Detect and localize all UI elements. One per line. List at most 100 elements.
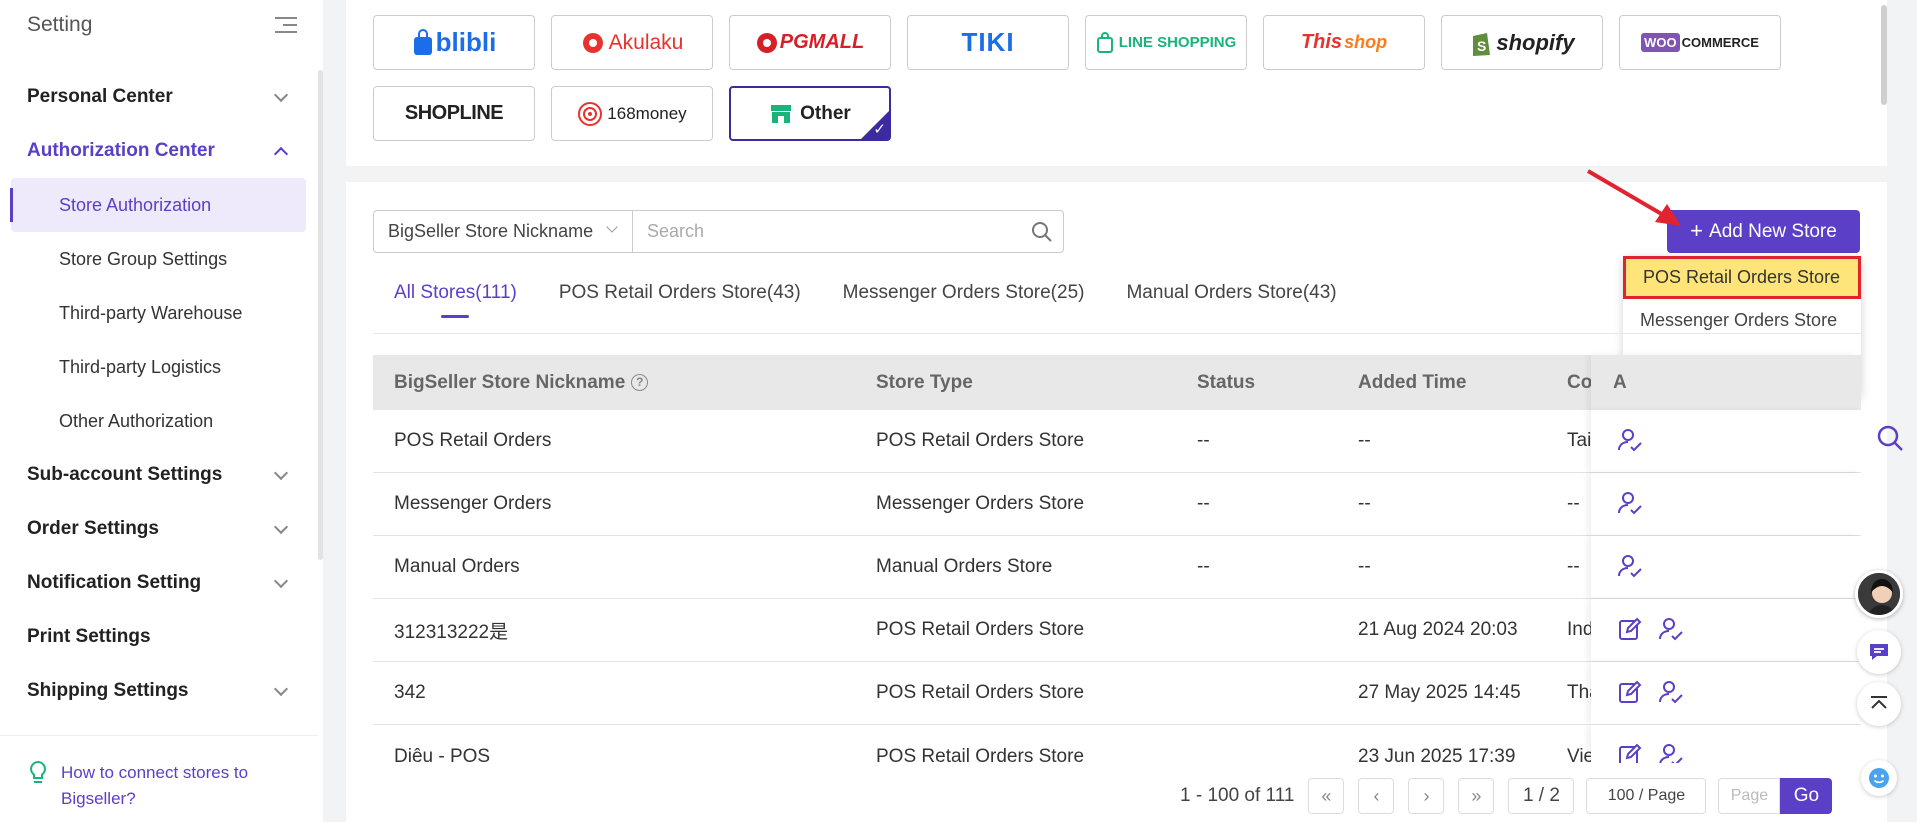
edit-icon[interactable] xyxy=(1617,742,1643,763)
user-authorize-icon[interactable] xyxy=(1617,490,1643,516)
edit-icon[interactable] xyxy=(1617,616,1643,642)
back-to-top-fab[interactable] xyxy=(1857,682,1901,726)
platform-name: Other xyxy=(800,102,851,124)
menu-label: Shipping Settings xyxy=(27,680,189,701)
submenu-store-group-settings[interactable]: Store Group Settings xyxy=(11,232,306,286)
platform-tiki[interactable]: TIKI xyxy=(907,15,1069,70)
collapse-menu-icon[interactable] xyxy=(275,16,297,34)
tab-manual[interactable]: Manual Orders Store(43) xyxy=(1126,282,1336,318)
assistant-fab[interactable] xyxy=(1861,760,1897,796)
submenu-third-party-logistics[interactable]: Third-party Logistics xyxy=(11,340,306,394)
prev-page-icon[interactable]: ‹ xyxy=(1358,778,1395,814)
user-authorize-icon[interactable] xyxy=(1658,679,1684,705)
page-jump-input[interactable]: Page xyxy=(1718,778,1781,814)
tab-all-stores[interactable]: All Stores(111) xyxy=(394,282,517,318)
lightbulb-icon xyxy=(30,760,46,783)
cell-nickname: POS Retail Orders xyxy=(394,430,552,451)
action-cell xyxy=(1591,662,1861,724)
menu-sub-account-settings[interactable]: Sub-account Settings xyxy=(0,448,318,502)
menu-item-messenger-orders-store[interactable]: Messenger Orders Store xyxy=(1623,299,1861,342)
cell-nickname: Messenger Orders xyxy=(394,493,552,514)
platform-name-part: This xyxy=(1300,31,1343,53)
akulaku-logo-icon xyxy=(582,32,603,53)
menu-order-settings[interactable]: Order Settings xyxy=(0,502,318,556)
action-cell xyxy=(1591,536,1861,598)
tab-pos-retail[interactable]: POS Retail Orders Store(43) xyxy=(559,282,801,318)
platform-blibli[interactable]: blibli xyxy=(373,15,535,70)
cell-store-type: POS Retail Orders Store xyxy=(876,682,1085,703)
header-country: Co xyxy=(1567,371,1593,393)
cell-country: Ind xyxy=(1567,619,1594,640)
platform-name: blibli xyxy=(435,27,497,57)
chevron-down-icon xyxy=(273,681,289,696)
help-link[interactable]: How to connect stores to Bigseller? xyxy=(61,760,281,812)
submenu-store-authorization[interactable]: Store Authorization xyxy=(10,178,306,232)
platform-168money[interactable]: 168money xyxy=(551,86,713,141)
menu-notification-setting[interactable]: Notification Setting xyxy=(0,556,318,610)
cell-added-time: -- xyxy=(1358,430,1371,451)
header-nickname: BigSeller Store Nickname? xyxy=(394,372,649,394)
menu-print-settings[interactable]: Print Settings xyxy=(0,610,318,664)
submenu-other-authorization[interactable]: Other Authorization xyxy=(11,394,306,448)
cell-nickname: 312313222是 xyxy=(394,621,509,643)
cell-store-type: Manual Orders Store xyxy=(876,556,1053,577)
platform-name-part: COMMERCE xyxy=(1681,35,1759,50)
user-authorize-icon[interactable] xyxy=(1658,616,1684,642)
table-row: 342 POS Retail Orders Store 27 May 2025 … xyxy=(373,662,1861,725)
cell-added-time: -- xyxy=(1358,556,1371,577)
platform-akulaku[interactable]: Akulaku xyxy=(551,15,713,70)
search-placeholder: Search xyxy=(647,221,705,241)
page-scrollbar[interactable] xyxy=(1880,5,1888,105)
smile-bot-icon xyxy=(1869,768,1889,788)
first-page-icon[interactable]: « xyxy=(1308,778,1345,814)
edit-icon[interactable] xyxy=(1617,679,1643,705)
menu-label: Order Settings xyxy=(27,518,159,539)
chevron-down-icon xyxy=(273,87,289,102)
sidebar-scrollbar[interactable] xyxy=(318,70,323,560)
table-header: BigSeller Store Nickname? Store Type Sta… xyxy=(373,355,1861,410)
next-page-icon[interactable]: › xyxy=(1408,778,1445,814)
chevron-up-icon xyxy=(273,146,289,161)
platform-other[interactable]: Other ✓ xyxy=(729,86,891,141)
user-authorize-icon[interactable] xyxy=(1617,553,1643,579)
menu-label: Notification Setting xyxy=(27,572,202,593)
cell-nickname: Manual Orders xyxy=(394,556,520,577)
chat-icon xyxy=(1870,644,1888,660)
page-size-select[interactable]: 100 / Page xyxy=(1586,778,1707,814)
platform-thisshop[interactable]: This shop xyxy=(1263,15,1425,70)
menu-authorization-center[interactable]: Authorization Center xyxy=(0,124,318,178)
platform-woocommerce[interactable]: WOO COMMERCE xyxy=(1619,15,1781,70)
last-page-icon[interactable]: » xyxy=(1458,778,1495,814)
shopify-bag-icon: S xyxy=(1473,32,1491,56)
cell-nickname: Diêu - POS xyxy=(394,745,491,764)
search-field-select[interactable]: BigSeller Store Nickname xyxy=(373,210,633,253)
tab-messenger[interactable]: Messenger Orders Store(25) xyxy=(843,282,1085,318)
chat-fab[interactable] xyxy=(1857,630,1901,674)
platform-name: TIKI xyxy=(961,27,1015,57)
user-authorize-icon[interactable] xyxy=(1617,427,1643,453)
menu-item-pos-retail-orders-store[interactable]: POS Retail Orders Store xyxy=(1623,256,1861,299)
platform-shopline[interactable]: SHOPLINE xyxy=(373,86,535,141)
platform-shopify[interactable]: S shopify xyxy=(1441,15,1603,70)
platform-line-shopping[interactable]: LINE SHOPPING xyxy=(1085,15,1247,70)
support-avatar[interactable] xyxy=(1855,570,1903,618)
action-column-header: A xyxy=(1591,355,1861,410)
menu-personal-center[interactable]: Personal Center xyxy=(0,70,318,124)
platform-pgmall[interactable]: PGMALL xyxy=(729,15,891,70)
submenu-third-party-warehouse[interactable]: Third-party Warehouse xyxy=(11,286,306,340)
search-field-select-value: BigSeller Store Nickname xyxy=(388,221,594,241)
search-icon[interactable] xyxy=(1876,424,1904,452)
go-button[interactable]: Go xyxy=(1780,778,1833,814)
user-authorize-icon[interactable] xyxy=(1658,742,1684,763)
search-icon[interactable] xyxy=(1031,221,1053,243)
add-new-store-button[interactable]: + Add New Store xyxy=(1667,210,1860,253)
menu-label: Sub-account Settings xyxy=(27,464,223,485)
search-input[interactable]: Search xyxy=(632,210,1064,253)
menu-shipping-settings[interactable]: Shipping Settings xyxy=(0,664,318,718)
blibli-bag-icon xyxy=(413,28,432,55)
cell-added-time: 23 Jun 2025 17:39 xyxy=(1358,745,1516,764)
pagination-range: 1 - 100 of 111 xyxy=(1180,785,1295,806)
help-icon[interactable]: ? xyxy=(631,373,649,391)
168money-logo-icon xyxy=(578,101,603,126)
table-row: POS Retail Orders POS Retail Orders Stor… xyxy=(373,410,1861,473)
